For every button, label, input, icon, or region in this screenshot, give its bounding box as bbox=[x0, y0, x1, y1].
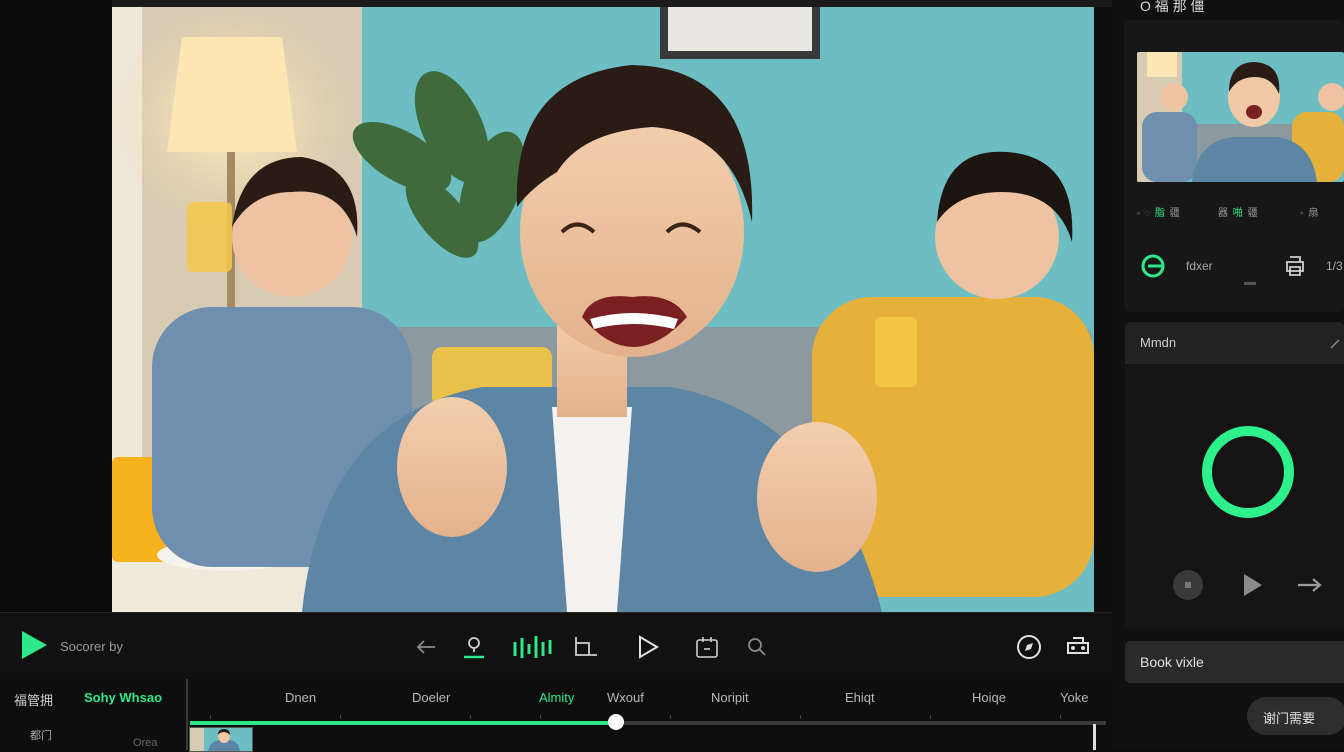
thumb-meta-right: ◦ 扇 bbox=[1300, 208, 1320, 219]
thumb-meta-left: ◦ ◌ 脂 疆 bbox=[1137, 208, 1181, 219]
audio-waveform-icon[interactable] bbox=[512, 633, 552, 661]
top-divider bbox=[112, 0, 1112, 7]
ruler-tick bbox=[470, 715, 471, 719]
crop-icon[interactable] bbox=[572, 633, 600, 661]
track-tab[interactable]: Ehiqt bbox=[845, 690, 875, 705]
ruler-tick bbox=[340, 715, 341, 719]
track-tab[interactable]: Noripit bbox=[711, 690, 749, 705]
timeline-side-sub2: Orea bbox=[133, 737, 158, 749]
thumbnail-image bbox=[1137, 52, 1344, 182]
video-preview[interactable] bbox=[112, 7, 1094, 612]
ctrl-counter: 1/3 bbox=[1326, 259, 1343, 273]
track-tab[interactable]: Doeler bbox=[412, 690, 450, 705]
book-video-label: Book vixle bbox=[1140, 654, 1204, 670]
ruler-tick bbox=[210, 715, 211, 719]
preview-thumbnail[interactable] bbox=[1137, 52, 1344, 182]
book-video-button[interactable]: Book vixle bbox=[1125, 641, 1344, 683]
track-tab[interactable]: Yoke bbox=[1060, 690, 1088, 705]
edit-icon[interactable] bbox=[1329, 338, 1341, 350]
green-circle-icon[interactable] bbox=[1140, 253, 1166, 279]
panel-control-row: fdxer 1/3 bbox=[1140, 253, 1344, 285]
player-toolbar: Socorer by bbox=[0, 612, 1112, 680]
track-tab[interactable]: Dnen bbox=[285, 690, 316, 705]
track-tab[interactable]: Hoiqe bbox=[972, 690, 1006, 705]
record-icon[interactable] bbox=[1173, 570, 1203, 600]
track-tab-active[interactable]: Almity bbox=[539, 690, 574, 705]
play-icon[interactable] bbox=[20, 631, 48, 659]
section-title: Mmdn bbox=[1140, 335, 1177, 350]
playhead-knob[interactable] bbox=[607, 714, 624, 730]
timeline-sidebar: 福管拥 Sohy Whsao 都门 Orea bbox=[0, 679, 188, 750]
timeline-end-marker bbox=[1093, 724, 1096, 750]
play-outline-small-icon[interactable] bbox=[1237, 570, 1267, 600]
progress-fill bbox=[190, 721, 616, 725]
timeline-side-label: 福管拥 bbox=[14, 693, 54, 708]
ruler-tick bbox=[540, 715, 541, 719]
section-header[interactable]: Mmdn bbox=[1125, 322, 1344, 364]
next-arrow-icon[interactable] bbox=[1295, 570, 1325, 600]
ruler-tick bbox=[670, 715, 671, 719]
clip-icon[interactable] bbox=[693, 633, 721, 661]
search-icon[interactable] bbox=[743, 633, 771, 661]
pin-icon[interactable] bbox=[460, 633, 488, 661]
floating-action-label: 谢门需要 bbox=[1263, 711, 1316, 726]
ctrl-label: fdxer bbox=[1186, 259, 1213, 273]
preview-frame bbox=[112, 7, 1094, 612]
active-track-label[interactable]: Sohy Whsao bbox=[84, 690, 162, 705]
thumb-meta-mid: 器 啪 疆 bbox=[1218, 208, 1259, 219]
timeline: 福管拥 Sohy Whsao 都门 Orea Dnen Doeler Almit… bbox=[0, 679, 1112, 752]
panel-title: O 福 那 僵 bbox=[1140, 0, 1205, 14]
ctrl-underline bbox=[1244, 282, 1256, 285]
print-icon[interactable] bbox=[1283, 255, 1307, 277]
left-gutter bbox=[0, 0, 112, 612]
compass-icon[interactable] bbox=[1015, 633, 1043, 661]
floating-action-button[interactable]: 谢门需要 bbox=[1247, 697, 1344, 735]
share-icon[interactable] bbox=[1064, 633, 1092, 661]
timeline-clip-thumbnail[interactable] bbox=[189, 727, 253, 752]
record-ring-icon[interactable] bbox=[1202, 426, 1294, 518]
back-arrow-icon[interactable] bbox=[412, 633, 440, 661]
ruler-tick bbox=[800, 715, 801, 719]
ruler-tick bbox=[930, 715, 931, 719]
source-label: Socorer by bbox=[60, 639, 123, 654]
track-tab[interactable]: Wxouf bbox=[607, 690, 644, 705]
ruler-tick bbox=[1060, 715, 1061, 719]
play-outline-icon[interactable] bbox=[634, 633, 662, 661]
timeline-side-sub: 都门 bbox=[30, 730, 52, 742]
